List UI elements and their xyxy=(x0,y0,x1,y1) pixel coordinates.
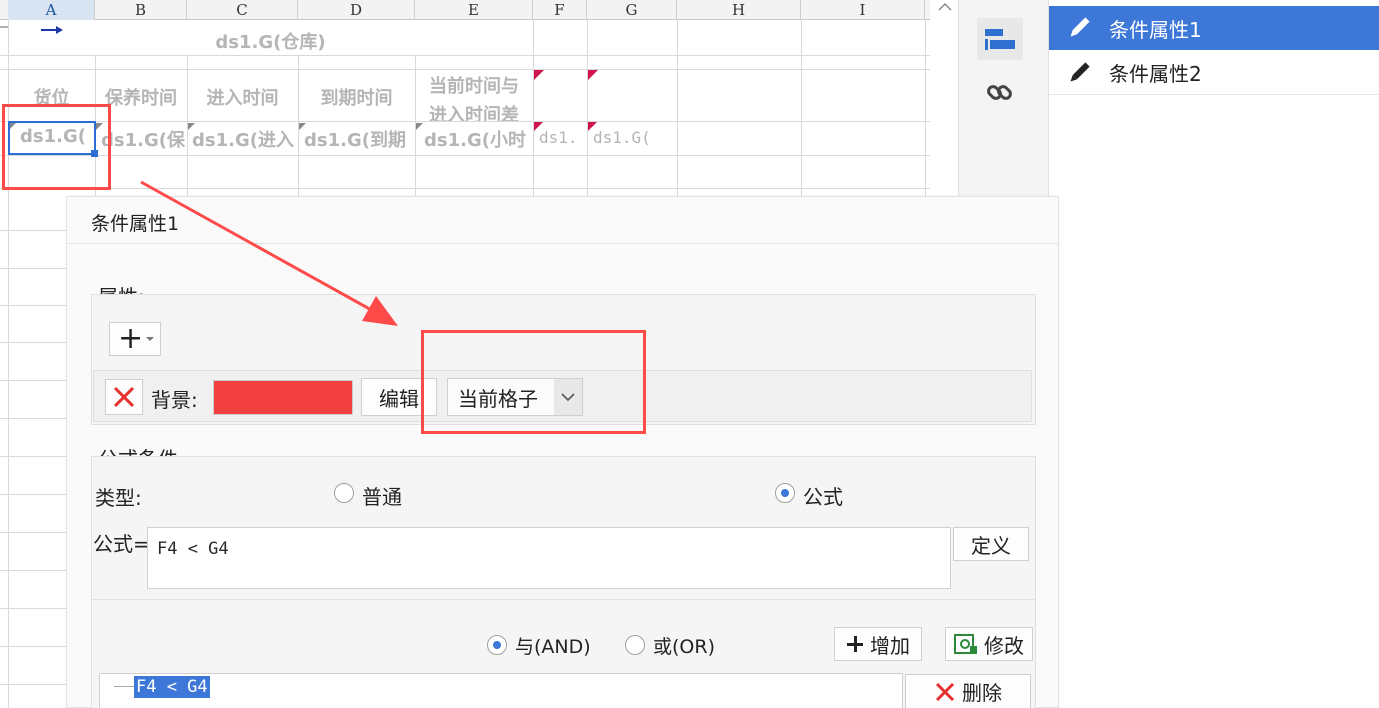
annotation-box-scope xyxy=(421,330,646,434)
app-root: A B C D E F G H I ds1.G(仓库) 货位 保养时间 进入时间… xyxy=(0,0,1379,708)
remove-property-button[interactable] xyxy=(105,379,143,415)
scroll-up-icon[interactable] xyxy=(932,0,958,14)
type-label: 类型: xyxy=(95,486,142,510)
grid-line xyxy=(0,69,930,70)
add-condition-label: 增加 xyxy=(870,633,910,658)
data-cell-b[interactable]: ds1.G(保 xyxy=(101,126,186,152)
condition-marker xyxy=(588,70,598,80)
close-icon xyxy=(113,386,135,408)
divider xyxy=(91,599,1036,600)
data-cell-c[interactable]: ds1.G(进入 xyxy=(192,126,297,152)
logic-and-radio[interactable] xyxy=(487,635,507,655)
cell-element-icon xyxy=(985,29,1015,50)
type-formula-radio[interactable] xyxy=(775,483,795,503)
plus-icon xyxy=(847,636,863,652)
grid-line xyxy=(0,55,930,56)
grid-line xyxy=(0,188,930,189)
data-cell-e[interactable]: ds1.G(小时 xyxy=(424,126,532,152)
chevron-up-icon xyxy=(938,2,952,11)
cell-expand-marker xyxy=(188,123,195,130)
dialog-title: 条件属性1 xyxy=(91,213,180,235)
column-header-i[interactable]: I xyxy=(801,0,925,20)
chevron-down-icon xyxy=(146,337,155,341)
divider xyxy=(67,243,1058,244)
column-header-c[interactable]: C xyxy=(187,0,298,20)
hyperlink-button[interactable] xyxy=(977,72,1023,114)
link-icon xyxy=(987,85,1012,100)
background-label: 背景: xyxy=(151,388,198,412)
delete-condition-button[interactable]: 删除 xyxy=(905,674,1031,708)
formula-text: F4 < G4 xyxy=(157,539,229,559)
header-cell-expiry-time[interactable]: 到期时间 xyxy=(298,84,415,110)
column-header-bar: A B C D E F G H I xyxy=(0,0,930,20)
column-header-g[interactable]: G xyxy=(587,0,677,20)
formula-editor[interactable]: F4 < G4 xyxy=(147,527,951,589)
condition-marker xyxy=(534,122,543,131)
cell-expand-marker xyxy=(299,123,306,130)
type-formula-label[interactable]: 公式 xyxy=(803,481,843,510)
background-color-swatch[interactable] xyxy=(213,380,353,415)
add-property-button[interactable]: + xyxy=(109,322,161,356)
type-normal-label[interactable]: 普通 xyxy=(362,481,402,510)
condition-attribute-list: 条件属性1 条件属性2 xyxy=(1048,0,1379,708)
modify-icon xyxy=(954,634,977,654)
condition-item-label: 条件属性1 xyxy=(1109,17,1202,42)
close-icon xyxy=(935,682,955,701)
condition-attribute-dialog: 条件属性1 属性: + 背景: 编辑 当前格子 公式条件 类型: xyxy=(66,196,1059,708)
modify-condition-label: 修改 xyxy=(984,633,1024,658)
column-header-e[interactable]: E xyxy=(415,0,533,20)
add-condition-button[interactable]: 增加 xyxy=(834,627,922,661)
header-cell-entry-time[interactable]: 进入时间 xyxy=(187,84,298,110)
cell-element-button[interactable] xyxy=(977,18,1023,60)
header-cell-time-diff-line2[interactable]: 进入时间差 xyxy=(415,101,533,121)
condition-marker xyxy=(588,122,597,131)
cell-expand-marker xyxy=(416,123,423,130)
pencil-icon xyxy=(1049,15,1109,41)
grid-line xyxy=(0,121,930,122)
column-header-f[interactable]: F xyxy=(533,0,587,20)
column-header-a[interactable]: A xyxy=(8,0,95,20)
column-header-d[interactable]: D xyxy=(298,0,415,20)
formula-label: 公式= xyxy=(93,532,150,556)
logic-or-label[interactable]: 或(OR) xyxy=(653,632,715,659)
define-button[interactable]: 定义 xyxy=(953,527,1029,561)
condition-row-selected[interactable]: F4 < G4 xyxy=(134,676,210,698)
logic-and-label[interactable]: 与(AND) xyxy=(515,632,591,659)
pencil-icon xyxy=(1049,60,1109,86)
modify-condition-button[interactable]: 修改 xyxy=(945,627,1033,661)
condition-item-label: 条件属性2 xyxy=(1109,62,1202,86)
data-cell-d[interactable]: ds1.G(到期 xyxy=(304,126,414,152)
condition-list-box: F4 < G4 xyxy=(99,673,903,708)
data-cell-f[interactable]: ds1. xyxy=(539,128,586,147)
header-cell-time-diff-line1[interactable]: 当前时间与 xyxy=(415,72,533,98)
condition-item-2[interactable]: 条件属性2 xyxy=(1049,51,1379,95)
data-cell-g[interactable]: ds1.G( xyxy=(593,128,676,147)
condition-item-1[interactable]: 条件属性1 xyxy=(1049,6,1379,50)
column-header-b[interactable]: B xyxy=(95,0,187,20)
logic-or-radio[interactable] xyxy=(625,635,645,655)
column-header-h[interactable]: H xyxy=(677,0,801,20)
plus-icon: + xyxy=(118,321,144,356)
delete-condition-label: 删除 xyxy=(962,681,1002,705)
annotation-box-cell xyxy=(2,104,111,190)
type-normal-radio[interactable] xyxy=(334,483,354,503)
title-cell[interactable]: ds1.G(仓库) xyxy=(8,28,533,54)
grid-line xyxy=(0,155,930,156)
condition-marker xyxy=(534,70,544,80)
